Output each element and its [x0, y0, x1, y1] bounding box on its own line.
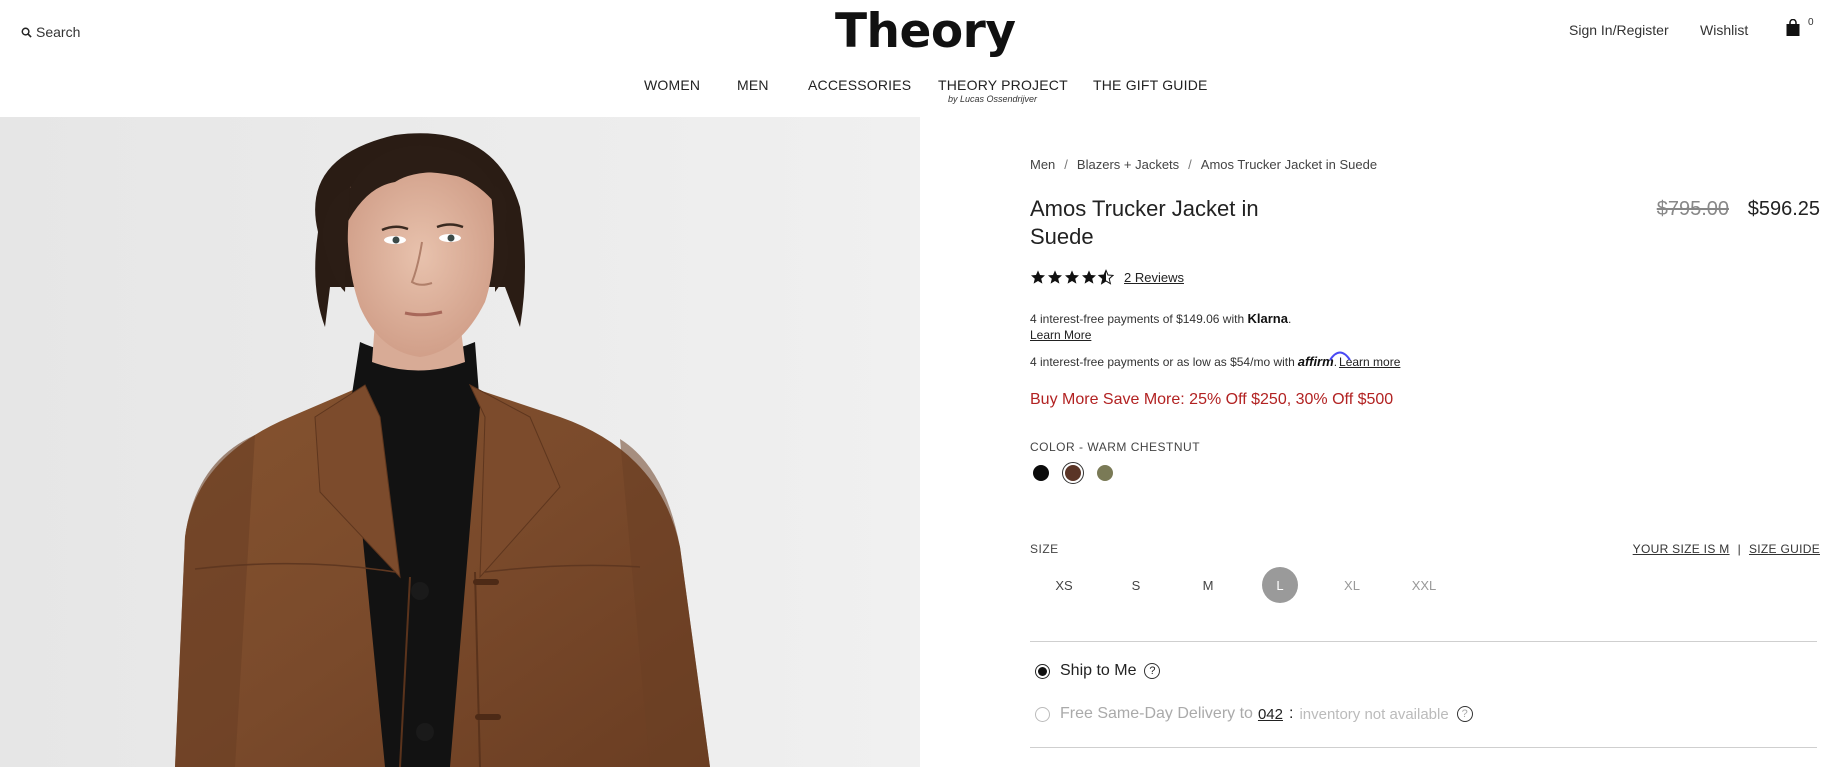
product-rating: 2 Reviews [1030, 269, 1184, 285]
nav-accessories[interactable]: ACCESSORIES [808, 77, 911, 93]
star-full-icon [1082, 270, 1096, 284]
your-size-link[interactable]: YOUR SIZE IS M [1633, 542, 1730, 556]
ship-to-me-option[interactable]: Ship to Me ? [1035, 662, 1161, 680]
star-full-icon [1031, 270, 1045, 284]
search-icon [21, 27, 32, 38]
same-day-colon: : [1288, 705, 1294, 722]
klarna-message: 4 interest-free payments of $149.06 with… [1030, 311, 1292, 326]
klarna-text: 4 interest-free payments of $149.06 with [1030, 312, 1245, 326]
search-button[interactable]: Search [21, 24, 80, 40]
star-full-icon [1048, 270, 1062, 284]
size-guide-link[interactable]: SIZE GUIDE [1749, 542, 1820, 556]
size-xl[interactable]: XL [1334, 567, 1370, 603]
same-day-delivery-option[interactable]: Free Same-Day Delivery to 042 : inventor… [1035, 705, 1473, 723]
star-half-icon [1098, 269, 1114, 285]
breadcrumb-blazers-jackets[interactable]: Blazers + Jackets [1077, 157, 1179, 172]
promo-message: Buy More Save More: 25% Off $250, 30% Of… [1030, 391, 1394, 408]
size-options: XS S M L XL XXL [1046, 567, 1442, 603]
breadcrumb: Men / Blazers + Jackets / Amos Trucker J… [1030, 157, 1377, 172]
reviews-link[interactable]: 2 Reviews [1124, 270, 1184, 285]
swatch-olive[interactable] [1094, 462, 1116, 484]
theory-logo[interactable]: Theory [835, 4, 1016, 59]
swatch-warm-chestnut[interactable] [1062, 462, 1084, 484]
color-swatches [1030, 462, 1116, 484]
site-header: Search Theory Sign In/Register Wishlist … [0, 0, 1838, 117]
breadcrumb-separator: / [1188, 157, 1192, 172]
nav-theory-project-subtitle: by Lucas Ossendrijver [948, 94, 1038, 104]
search-label: Search [36, 24, 81, 40]
size-s[interactable]: S [1118, 567, 1154, 603]
breadcrumb-current: Amos Trucker Jacket in Suede [1200, 157, 1378, 172]
klarna-logo: Klarna [1247, 311, 1288, 326]
size-m[interactable]: M [1190, 567, 1226, 603]
color-label: COLOR - WARM CHESTNUT [1030, 440, 1201, 454]
sign-in-link[interactable]: Sign In/Register [1569, 22, 1669, 38]
inventory-status: inventory not available [1299, 705, 1449, 723]
affirm-message: 4 interest-free payments or as low as $5… [1030, 351, 1400, 369]
wishlist-link[interactable]: Wishlist [1700, 22, 1748, 38]
help-icon[interactable]: ? [1144, 663, 1161, 679]
nav-men[interactable]: MEN [737, 77, 769, 93]
affirm-text: 4 interest-free payments or as low as $5… [1030, 354, 1295, 369]
product-title: Amos Trucker Jacket in Suede [1030, 196, 1259, 249]
size-links: YOUR SIZE IS M | SIZE GUIDE [1633, 542, 1820, 556]
main-nav: WOMEN MEN ACCESSORIES THEORY PROJECT by … [0, 77, 1838, 107]
breadcrumb-separator: / [1064, 157, 1068, 172]
shopping-bag-icon [1786, 18, 1800, 36]
ship-to-me-label: Ship to Me [1060, 662, 1137, 679]
nav-gift-guide[interactable]: THE GIFT GUIDE [1093, 77, 1208, 93]
zip-code-link[interactable]: 042 [1258, 706, 1283, 723]
sale-price: $596.25 [1747, 198, 1820, 220]
ship-to-me-radio[interactable] [1035, 663, 1050, 679]
size-label: SIZE [1030, 542, 1059, 556]
original-price: $795.00 [1656, 198, 1729, 220]
model-illustration [0, 117, 920, 767]
size-xs[interactable]: XS [1046, 567, 1082, 603]
rating-stars [1030, 269, 1114, 285]
same-day-radio[interactable] [1035, 706, 1050, 722]
affirm-logo: affirm [1298, 351, 1351, 369]
breadcrumb-men[interactable]: Men [1030, 157, 1055, 172]
affirm-arc-icon [1328, 351, 1351, 361]
klarna-learn-more-link[interactable]: Learn More [1030, 328, 1091, 342]
divider [1030, 747, 1817, 748]
divider [1030, 641, 1817, 642]
size-links-divider: | [1737, 542, 1741, 556]
star-full-icon [1065, 270, 1079, 284]
help-icon[interactable]: ? [1456, 706, 1473, 722]
product-details: Men / Blazers + Jackets / Amos Trucker J… [1030, 117, 1820, 767]
shopping-bag-button[interactable] [1785, 18, 1801, 42]
size-l[interactable]: L [1262, 567, 1298, 603]
swatch-black[interactable] [1030, 462, 1052, 484]
nav-theory-project[interactable]: THEORY PROJECT [938, 77, 1068, 93]
same-day-label: Free Same-Day Delivery to [1060, 705, 1253, 722]
nav-women[interactable]: WOMEN [644, 77, 700, 93]
size-xxl[interactable]: XXL [1406, 567, 1442, 603]
bag-count-badge: 0 [1808, 17, 1814, 28]
product-image[interactable] [0, 117, 920, 767]
